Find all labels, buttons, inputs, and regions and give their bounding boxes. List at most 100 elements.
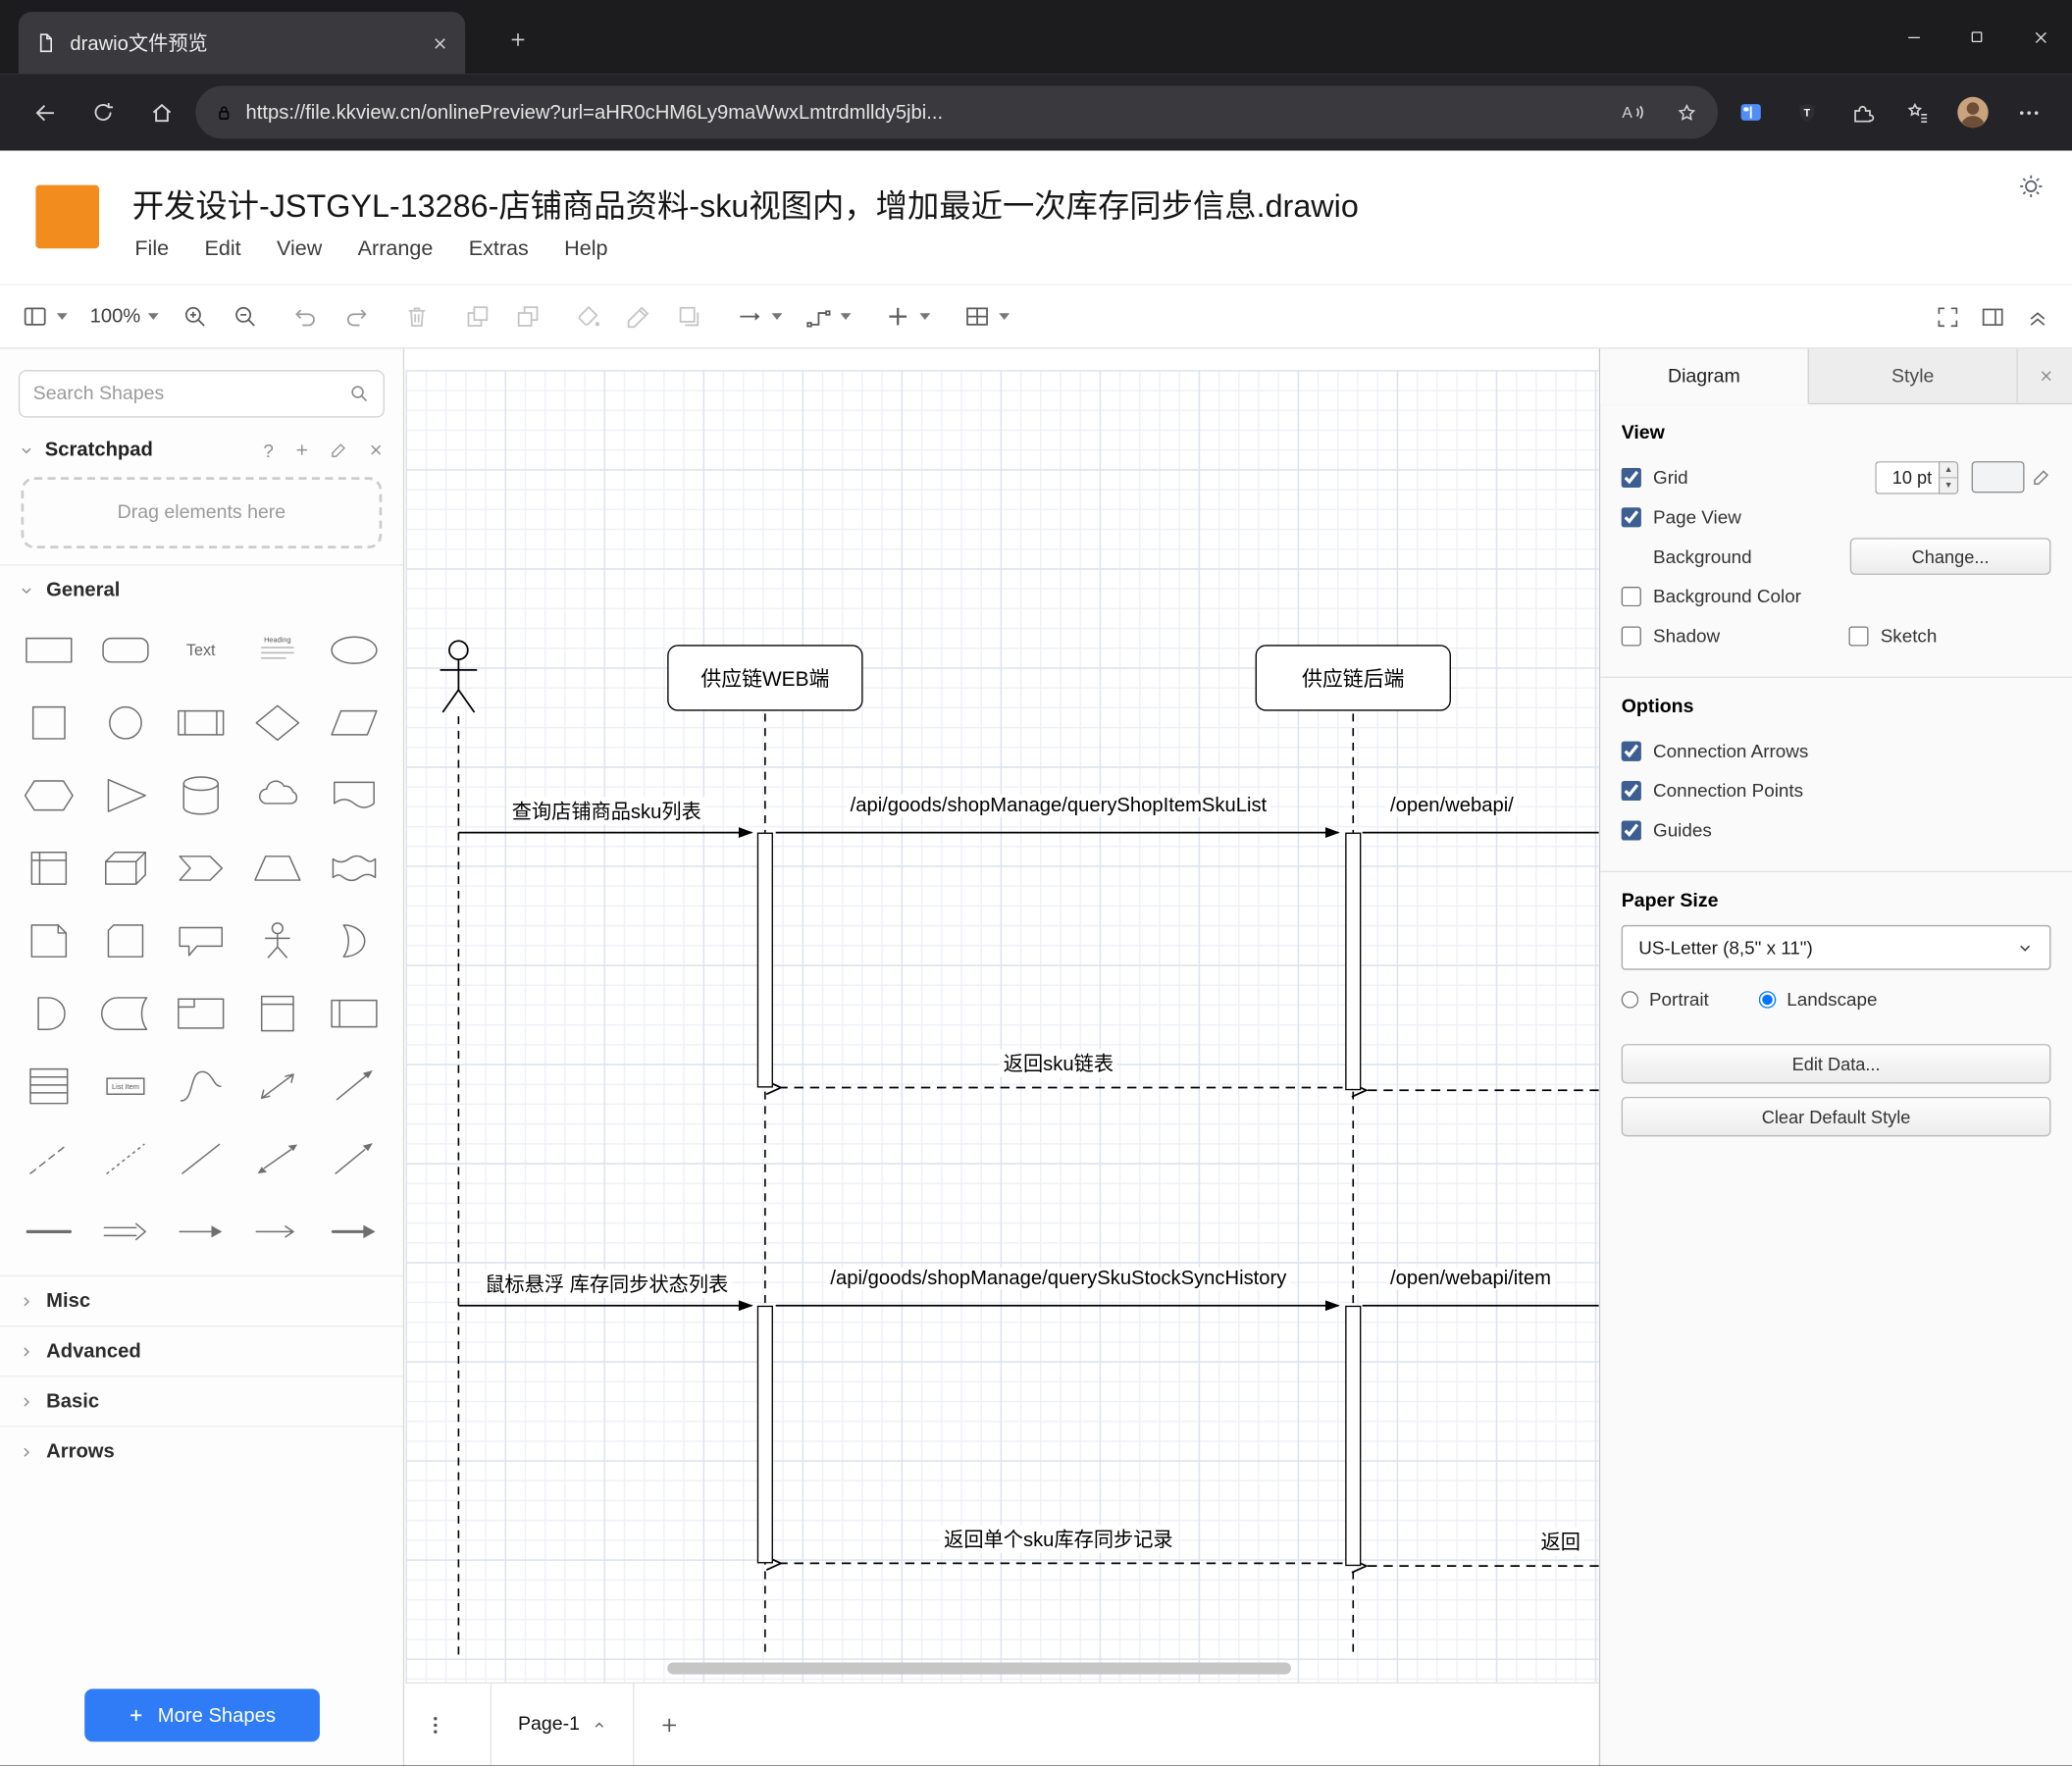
connection-arrows-checkbox[interactable] (1621, 740, 1641, 761)
edit-data-button[interactable]: Edit Data... (1621, 1044, 2051, 1084)
activation-bar[interactable] (1345, 832, 1362, 1091)
shape-rounded-rectangle[interactable] (87, 620, 164, 681)
scratchpad-header[interactable]: Scratchpad ? (0, 428, 403, 466)
table-button[interactable] (963, 302, 1010, 330)
more-shapes-button[interactable]: More Shapes (83, 1688, 320, 1742)
shape-and[interactable] (11, 983, 87, 1044)
waypoints-button[interactable] (805, 302, 852, 330)
scratchpad-add-icon[interactable] (293, 442, 311, 459)
shape-line[interactable] (163, 1128, 239, 1189)
message-label[interactable]: 返回 (1536, 1528, 1585, 1556)
new-tab-button[interactable] (494, 16, 542, 63)
connection-style-button[interactable] (737, 302, 783, 330)
section-general[interactable]: General (0, 564, 403, 614)
shape-card[interactable] (87, 910, 164, 971)
shape-actor[interactable] (239, 910, 316, 971)
landscape-option[interactable]: Landscape (1758, 989, 1878, 1010)
tab-close-icon[interactable] (431, 33, 449, 52)
insert-button[interactable] (885, 302, 931, 330)
shape-step[interactable] (163, 838, 239, 899)
shape-horizontal-line[interactable] (11, 1201, 87, 1262)
window-close-icon[interactable] (2008, 0, 2072, 74)
read-aloud-icon[interactable]: A (1611, 91, 1653, 133)
clear-default-style-button[interactable]: Clear Default Style (1621, 1096, 2051, 1137)
landscape-radio[interactable] (1758, 990, 1777, 1009)
tab-style[interactable]: Style (1809, 348, 2018, 403)
shape-bidirectional-arrow[interactable] (239, 1056, 316, 1117)
shape-dotted-line[interactable] (87, 1128, 164, 1189)
grid-color-edit-icon[interactable] (2033, 468, 2051, 487)
zoom-level-dropdown[interactable]: 100% (90, 305, 160, 328)
shape-cloud[interactable] (239, 765, 316, 826)
undo-icon[interactable] (292, 302, 320, 330)
url-bar[interactable]: https://file.kkview.cn/onlinePreview?url… (195, 85, 1719, 139)
shape-bidirectional-connector[interactable] (239, 1128, 316, 1189)
message-label[interactable]: 鼠标悬浮 库存同步状态列表 (481, 1270, 733, 1298)
section-misc[interactable]: Misc (0, 1274, 403, 1325)
tab-diagram[interactable]: Diagram (1600, 348, 1809, 405)
home-icon[interactable] (137, 88, 184, 135)
shape-link[interactable] (87, 1201, 164, 1262)
window-minimize-icon[interactable] (1882, 0, 1945, 74)
shape-vertical-container[interactable] (239, 983, 316, 1044)
shape-container[interactable] (163, 983, 239, 1044)
activation-bar[interactable] (1345, 1305, 1362, 1567)
menu-edit[interactable]: Edit (204, 237, 240, 261)
extensions-puzzle-icon[interactable] (1839, 90, 1885, 135)
line-color-icon[interactable] (626, 302, 653, 330)
pages-menu-icon[interactable] (406, 1684, 464, 1766)
menu-help[interactable]: Help (564, 237, 607, 261)
message-label[interactable]: 返回sku链表 (999, 1049, 1118, 1077)
shape-or[interactable] (316, 910, 392, 971)
zoom-in-icon[interactable] (181, 302, 209, 330)
back-icon[interactable] (22, 88, 69, 135)
reload-icon[interactable] (79, 88, 127, 135)
shape-textbox[interactable]: Heading (239, 620, 316, 681)
shape-cylinder[interactable] (163, 765, 239, 826)
shape-search[interactable] (18, 370, 385, 418)
redo-icon[interactable] (342, 302, 370, 330)
shape-parallelogram[interactable] (316, 693, 392, 753)
shape-internal-storage[interactable] (11, 838, 87, 899)
view-format-button[interactable] (22, 302, 68, 330)
message-label[interactable]: 返回单个sku库存同步记录 (940, 1525, 1177, 1553)
paper-size-select[interactable]: US-Letter (8,5" x 11") (1621, 924, 2051, 970)
shape-text[interactable]: Text (163, 620, 239, 681)
shape-horizontal-container[interactable] (316, 983, 392, 1044)
fill-color-icon[interactable] (575, 302, 602, 330)
browser-menu-icon[interactable] (2006, 90, 2051, 135)
favorites-list-icon[interactable] (1895, 90, 1941, 135)
shape-ellipse[interactable] (316, 620, 392, 681)
shape-trapezoid[interactable] (239, 838, 316, 899)
grid-color-swatch[interactable] (1971, 461, 2025, 493)
shape-square[interactable] (11, 693, 87, 753)
format-panel-close-icon[interactable] (2038, 349, 2072, 403)
grid-size-stepper[interactable]: ▲ ▼ (1938, 460, 1959, 494)
shape-rectangle[interactable] (11, 620, 87, 681)
shape-dashed-line[interactable] (11, 1128, 87, 1189)
shape-data-storage[interactable] (87, 983, 164, 1044)
shape-hexagon[interactable] (11, 765, 87, 826)
scratchpad-dropzone[interactable]: Drag elements here (21, 477, 383, 548)
split-screen-icon[interactable] (1729, 90, 1774, 135)
participant-web[interactable]: 供应链WEB端 (667, 645, 863, 711)
message-label[interactable]: /api/goods/shopManage/querySkuStockSyncH… (826, 1267, 1291, 1290)
page-tab[interactable]: Page-1 (490, 1684, 635, 1766)
shape-diamond[interactable] (239, 693, 316, 753)
to-back-icon[interactable] (514, 302, 542, 330)
menu-view[interactable]: View (277, 237, 322, 261)
shape-filled-arrow[interactable] (316, 1201, 392, 1262)
shape-arrow[interactable] (316, 1056, 392, 1117)
shape-directional-connector[interactable] (316, 1128, 392, 1189)
shape-process[interactable] (163, 693, 239, 753)
section-arrows[interactable]: Arrows (0, 1426, 403, 1476)
to-front-icon[interactable] (464, 302, 492, 330)
shadow-icon[interactable] (676, 302, 703, 330)
page-view-checkbox[interactable] (1621, 506, 1641, 527)
message-label[interactable]: /open/webapi/item (1385, 1267, 1556, 1290)
diagram-canvas[interactable]: 供应链WEB端 供应链后端 查询店铺商品sku列表 /api/goods/sho… (405, 348, 1599, 1683)
menu-extras[interactable]: Extras (469, 237, 529, 261)
grid-size-input[interactable] (1875, 460, 1939, 494)
avatar[interactable] (1950, 90, 1995, 135)
message-label[interactable]: /api/goods/shopManage/queryShopItemSkuLi… (846, 794, 1271, 817)
